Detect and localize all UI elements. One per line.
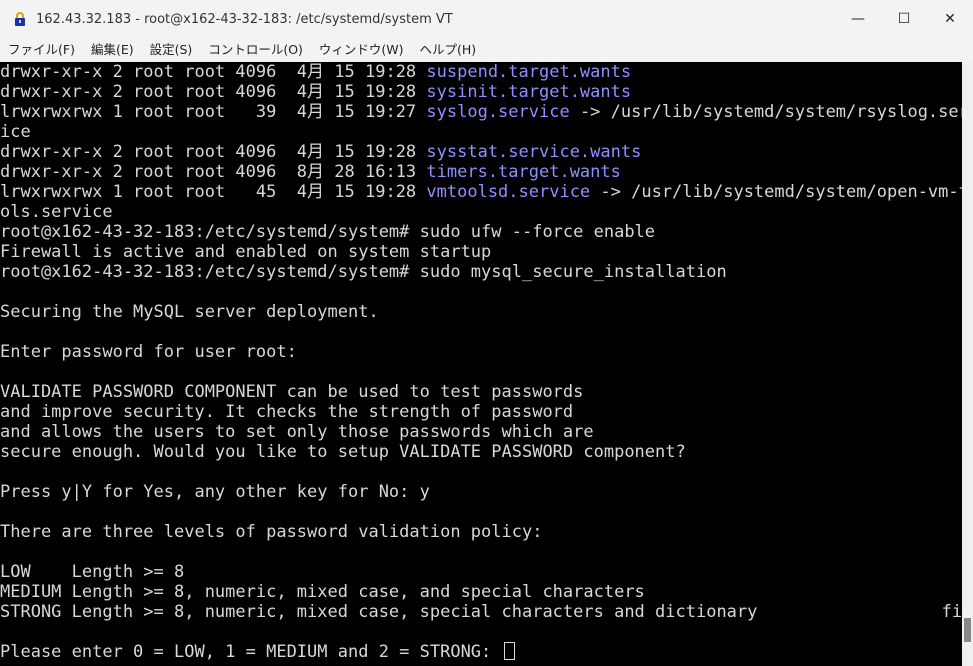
title-bar[interactable]: 162.43.32.183 - root@x162-43-32-183: /et…	[0, 0, 973, 38]
terminal-line: Press y|Y for Yes, any other key for No:…	[0, 482, 962, 502]
terminal-line-text: and improve security. It checks the stre…	[0, 402, 574, 422]
terminal-line-link: syslog.service	[426, 102, 570, 122]
terminal-line-link: suspend.target.wants	[426, 62, 632, 82]
terminal-line-text: ice	[0, 122, 31, 142]
terminal-line-text: and allows the users to set only those p…	[0, 422, 594, 442]
terminal-line: ols.service	[0, 202, 962, 222]
lock-app-icon	[15, 12, 25, 26]
terminal-line-text: Enter password for user root:	[0, 342, 297, 362]
terminal-line-link: vmtoolsd.service	[426, 182, 591, 202]
terminal-line: drwxr-xr-x 2 root root 4096 4月 15 19:28 …	[0, 62, 962, 82]
close-icon: ✕	[944, 11, 956, 27]
scrollbar-thumb[interactable]	[964, 618, 971, 642]
maximize-icon: ☐	[897, 11, 911, 27]
terminal-line-text: Press y|Y for Yes, any other key for No:…	[0, 482, 430, 502]
menu-help[interactable]: ヘルプ(H)	[412, 38, 485, 62]
terminal-line-text: drwxr-xr-x 2 root root 4096 4月 15 19:28	[0, 82, 427, 102]
terminal-line-text: Please enter 0 = LOW, 1 = MEDIUM and 2 =…	[0, 642, 502, 662]
terminal-line-text: drwxr-xr-x 2 root root 4096 4月 15 19:28	[0, 62, 427, 82]
terminal-line: LOW Length >= 8	[0, 562, 962, 582]
terminal-line: drwxr-xr-x 2 root root 4096 4月 15 19:28 …	[0, 142, 962, 162]
terminal-window: 162.43.32.183 - root@x162-43-32-183: /et…	[0, 0, 973, 666]
terminal-line: drwxr-xr-x 2 root root 4096 8月 28 16:13 …	[0, 162, 962, 182]
terminal-line: lrwxrwxrwx 1 root root 45 4月 15 19:28 vm…	[0, 182, 962, 202]
terminal-line: Enter password for user root:	[0, 342, 962, 362]
terminal-line: VALIDATE PASSWORD COMPONENT can be used …	[0, 382, 962, 402]
terminal-line-suffix: -> /usr/lib/systemd/system/rsyslog.serv	[569, 102, 962, 122]
terminal-line-text: LOW Length >= 8	[0, 562, 185, 582]
terminal-line-link: sysinit.target.wants	[426, 82, 632, 102]
menu-settings[interactable]: 設定(S)	[142, 38, 201, 62]
terminal-line: Securing the MySQL server deployment.	[0, 302, 962, 322]
terminal-line: lrwxrwxrwx 1 root root 39 4月 15 19:27 sy…	[0, 102, 962, 122]
terminal-line-suffix: -> /usr/lib/systemd/system/open-vm-to	[590, 182, 962, 202]
minimize-button[interactable]: —	[835, 0, 881, 38]
terminal-line: root@x162-43-32-183:/etc/systemd/system#…	[0, 222, 962, 242]
maximize-button[interactable]: ☐	[881, 0, 927, 38]
terminal-line: drwxr-xr-x 2 root root 4096 4月 15 19:28 …	[0, 82, 962, 102]
terminal-line-text: secure enough. Would you like to setup V…	[0, 442, 686, 462]
terminal-line: Please enter 0 = LOW, 1 = MEDIUM and 2 =…	[0, 642, 962, 662]
terminal-line-text: drwxr-xr-x 2 root root 4096 8月 28 16:13	[0, 162, 427, 182]
menu-bar: ファイル(F) 編集(E) 設定(S) コントロール(O) ウィンドウ(W) ヘ…	[0, 38, 973, 62]
terminal-output[interactable]: drwxr-xr-x 2 root root 4096 4月 15 19:28 …	[0, 62, 962, 666]
terminal-line: and improve security. It checks the stre…	[0, 402, 962, 422]
vertical-scrollbar[interactable]	[962, 62, 973, 666]
terminal-line: ice	[0, 122, 962, 142]
menu-edit[interactable]: 編集(E)	[83, 38, 142, 62]
terminal-line-text: MEDIUM Length >= 8, numeric, mixed case,…	[0, 582, 645, 602]
terminal-line: root@x162-43-32-183:/etc/systemd/system#…	[0, 262, 962, 282]
terminal-line: Firewall is active and enabled on system…	[0, 242, 962, 262]
terminal-line-text: Securing the MySQL server deployment.	[0, 302, 379, 322]
terminal-line: secure enough. Would you like to setup V…	[0, 442, 962, 462]
terminal-line: and allows the users to set only those p…	[0, 422, 962, 442]
minimize-icon: —	[851, 11, 865, 27]
text-cursor	[503, 642, 515, 660]
terminal-line-text: Firewall is active and enabled on system…	[0, 242, 492, 262]
menu-window[interactable]: ウィンドウ(W)	[311, 38, 412, 62]
terminal-line-text: VALIDATE PASSWORD COMPONENT can be used …	[0, 382, 584, 402]
terminal-line-text: ols.service	[0, 202, 113, 222]
menu-file[interactable]: ファイル(F)	[0, 38, 83, 62]
terminal-line-link: sysstat.service.wants	[426, 142, 642, 162]
terminal-line: STRONG Length >= 8, numeric, mixed case,…	[0, 602, 962, 622]
terminal-line-text: lrwxrwxrwx 1 root root 39 4月 15 19:27	[0, 102, 427, 122]
terminal-line-text: lrwxrwxrwx 1 root root 45 4月 15 19:28	[0, 182, 427, 202]
terminal-line-text: root@x162-43-32-183:/etc/systemd/system#…	[0, 262, 727, 282]
window-title: 162.43.32.183 - root@x162-43-32-183: /et…	[36, 11, 453, 27]
terminal-line: There are three levels of password valid…	[0, 522, 962, 542]
terminal-line-text: There are three levels of password valid…	[0, 522, 543, 542]
terminal-line-text: drwxr-xr-x 2 root root 4096 4月 15 19:28	[0, 142, 427, 162]
terminal-line-link: timers.target.wants	[426, 162, 621, 182]
terminal-line-text: STRONG Length >= 8, numeric, mixed case,…	[0, 602, 962, 622]
window-controls: — ☐ ✕	[835, 0, 973, 38]
close-button[interactable]: ✕	[927, 0, 973, 38]
menu-control[interactable]: コントロール(O)	[200, 38, 311, 62]
terminal-line-text: root@x162-43-32-183:/etc/systemd/system#…	[0, 222, 656, 242]
terminal-line: MEDIUM Length >= 8, numeric, mixed case,…	[0, 582, 962, 602]
